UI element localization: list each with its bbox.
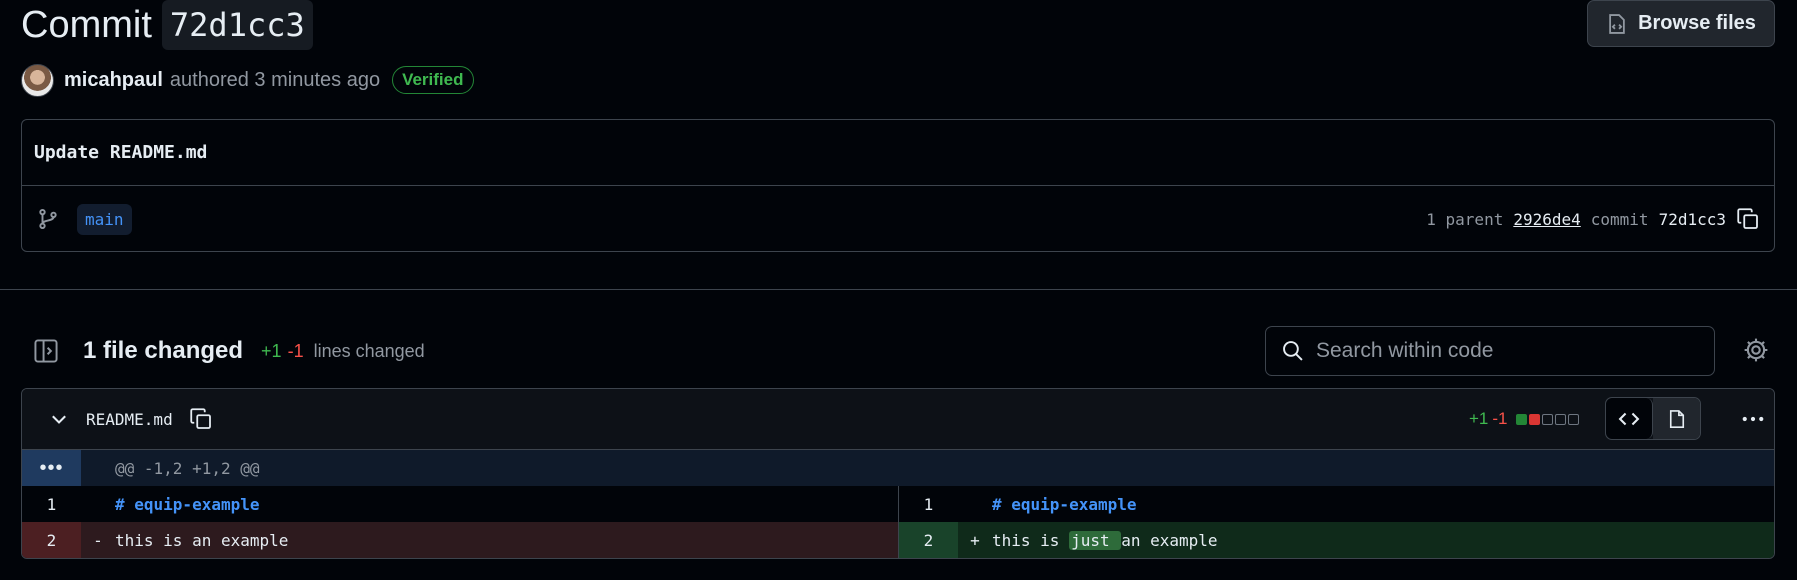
browse-files-label: Browse files	[1638, 12, 1756, 34]
diffstat-neutral-block	[1541, 413, 1553, 425]
diff-right-side-added: 2 + this is just an example	[898, 522, 1774, 558]
deletions-count: -1	[287, 340, 304, 361]
code-icon	[1618, 412, 1640, 425]
code-view-button[interactable]	[1606, 398, 1654, 439]
parent-count: 1 parent	[1426, 209, 1504, 229]
hunk-header-row: ••• @@ -1,2 +1,2 @@	[22, 450, 1774, 486]
diff-file-name[interactable]: README.md	[86, 410, 173, 429]
diff-file-header: README.md +1 -1	[22, 389, 1774, 450]
commit-meta: main 1 parent 2926de4 commit 72d1cc3	[22, 186, 1774, 252]
author-link[interactable]: micahpaul	[64, 69, 163, 92]
verified-badge[interactable]: Verified	[392, 66, 474, 94]
hunk-header: @@ -1,2 +1,2 @@	[115, 458, 260, 478]
code-line: # equip-example	[115, 494, 260, 514]
kebab-menu-icon[interactable]	[1740, 407, 1766, 431]
search-input[interactable]	[1316, 339, 1696, 363]
authored-time: authored 3 minutes ago	[169, 68, 381, 91]
expand-hunk-button[interactable]: •••	[22, 450, 81, 486]
section-divider	[0, 289, 1797, 290]
diff-deletions: -1	[1492, 409, 1508, 428]
chevron-down-icon[interactable]	[48, 408, 70, 430]
code-line-deleted: this is an example	[115, 530, 289, 550]
code-text: an example	[1121, 530, 1218, 550]
addition-marker: +	[970, 530, 980, 550]
file-code-icon	[1609, 13, 1625, 34]
diffstat-neutral-block	[1554, 413, 1566, 425]
deletion-marker: -	[93, 530, 103, 550]
file-icon	[1669, 409, 1684, 428]
file-view-button[interactable]	[1653, 398, 1700, 439]
author-row: micahpaul authored 3 minutes ago Verifie…	[21, 63, 474, 97]
diff-row: 1 # equip-example 1 # equip-example	[22, 486, 1774, 522]
diff-file: README.md +1 -1 ••• @@ -1,2 +1,2 @@ 1 # …	[21, 388, 1775, 559]
files-changed-count: 1 file changed	[83, 337, 244, 364]
diff-marker	[81, 486, 115, 522]
line-number[interactable]: 1	[899, 486, 958, 522]
code-line: # equip-example	[992, 494, 1137, 514]
diffstat-added-block	[1515, 413, 1527, 425]
line-number[interactable]: 1	[22, 486, 81, 522]
diff-left-side-deleted: 2 - this is an example	[22, 522, 898, 558]
copy-icon[interactable]	[1736, 207, 1760, 231]
code-text: this is	[992, 530, 1070, 550]
diff-additions: +1	[1469, 409, 1489, 428]
diff-right-side: 1 # equip-example	[898, 486, 1774, 522]
copy-path-icon[interactable]	[189, 407, 213, 431]
additions-count: +1	[261, 340, 282, 361]
diff-stats: +1 -1	[1469, 389, 1579, 449]
diffstat-deleted-block	[1528, 413, 1540, 425]
branch-link[interactable]: main	[77, 203, 132, 235]
sidebar-toggle-icon[interactable]	[33, 338, 59, 364]
commit-sha: 72d1cc3	[1658, 209, 1726, 229]
view-toggle	[1605, 397, 1701, 440]
commit-label: commit	[1590, 209, 1649, 229]
git-branch-icon	[39, 208, 57, 230]
commit-message: Update README.md	[22, 120, 1774, 186]
files-changed-bar: 1 file changed +1 -1 lines changed	[21, 325, 1781, 377]
avatar[interactable]	[21, 63, 54, 97]
commit-box: Update README.md main 1 parent 2926de4 c…	[21, 119, 1775, 252]
search-icon	[1283, 341, 1303, 361]
diffstat-blocks	[1515, 413, 1579, 425]
commit-sha-title: 72d1cc3	[161, 0, 313, 50]
diff-row: 2 - this is an example 2 + this is just …	[22, 522, 1774, 558]
gear-icon[interactable]	[1743, 337, 1769, 363]
code-line-added: this is just an example	[992, 522, 1218, 558]
browse-files-button[interactable]: Browse files	[1587, 0, 1775, 47]
lines-changed-label: lines changed	[313, 340, 425, 361]
parent-info: 1 parent 2926de4 commit 72d1cc3	[1426, 207, 1760, 231]
word-highlight: just	[1069, 530, 1122, 550]
diff-left-side: 1 # equip-example	[22, 486, 898, 522]
search-within-code[interactable]	[1265, 326, 1715, 376]
diff-marker	[958, 486, 992, 522]
line-number[interactable]: 2	[899, 522, 958, 558]
diffstat-neutral-block	[1567, 413, 1579, 425]
commit-title: Commit 72d1cc3	[21, 0, 313, 50]
page-title: Commit	[21, 3, 152, 46]
line-number[interactable]: 2	[22, 522, 81, 558]
parent-sha-link[interactable]: 2926de4	[1513, 210, 1580, 229]
